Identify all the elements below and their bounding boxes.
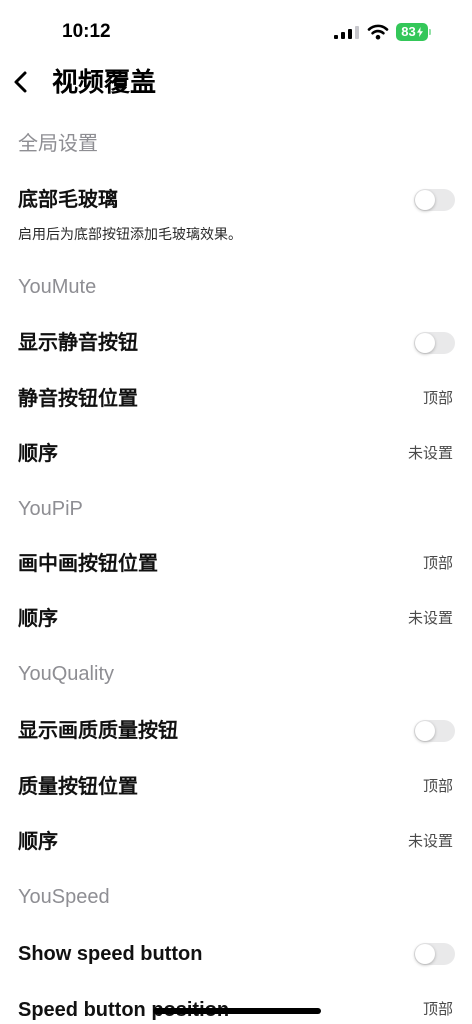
setting-value: 未设置 [407, 445, 453, 462]
setting-row-quality-button-position[interactable]: 质量按钮位置 顶部 [0, 767, 472, 807]
setting-value: 顶部 [422, 555, 453, 572]
wifi-icon [367, 23, 389, 40]
setting-label: 顺序 [18, 443, 58, 465]
setting-row-mute-order[interactable]: 顺序 未设置 [0, 434, 472, 474]
toggle-knob [415, 333, 435, 353]
home-indicator[interactable] [153, 1008, 321, 1014]
setting-label: 显示静音按钮 [18, 332, 138, 354]
battery-icon: 83 [396, 23, 432, 41]
battery-level: 83 [401, 24, 416, 39]
setting-value: 未设置 [407, 610, 453, 627]
setting-label: 顺序 [18, 831, 58, 853]
battery-nub [429, 29, 431, 35]
setting-label: 静音按钮位置 [18, 388, 138, 410]
back-button[interactable] [10, 70, 32, 94]
setting-value: 未设置 [407, 833, 453, 850]
setting-row-mute-button-position[interactable]: 静音按钮位置 顶部 [0, 379, 472, 419]
setting-label: 显示画质质量按钮 [18, 720, 178, 742]
cellular-signal-icon [334, 26, 360, 39]
battery-body: 83 [396, 23, 428, 41]
setting-row-pip-order[interactable]: 顺序 未设置 [0, 599, 472, 639]
setting-row-quality-order[interactable]: 顺序 未设置 [0, 822, 472, 862]
section-header-youquality: YouQuality [18, 663, 114, 685]
setting-row-show-mute-button[interactable]: 显示静音按钮 [0, 323, 472, 363]
setting-row-show-quality-button[interactable]: 显示画质质量按钮 [0, 711, 472, 751]
section-header-youspeed: YouSpeed [18, 886, 110, 908]
show-mute-button-toggle[interactable] [414, 332, 455, 354]
bottom-blur-toggle[interactable] [414, 189, 455, 211]
section-header-global: 全局设置 [18, 133, 98, 155]
setting-description: 启用后为底部按钮添加毛玻璃效果。 [18, 226, 242, 242]
section-header-youpip: YouPiP [18, 498, 83, 520]
setting-value: 顶部 [422, 1001, 453, 1018]
chevron-left-icon [14, 71, 27, 93]
setting-row-pip-button-position[interactable]: 画中画按钮位置 顶部 [0, 544, 472, 584]
setting-label: 底部毛玻璃 [18, 189, 118, 211]
setting-value: 顶部 [422, 778, 453, 795]
status-time: 10:12 [62, 21, 111, 42]
setting-label: 顺序 [18, 608, 58, 630]
toggle-knob [415, 190, 435, 210]
show-speed-button-toggle[interactable] [414, 943, 455, 965]
show-quality-button-toggle[interactable] [414, 720, 455, 742]
setting-value: 顶部 [422, 390, 453, 407]
setting-row-show-speed-button[interactable]: Show speed button [0, 934, 472, 974]
toggle-knob [415, 721, 435, 741]
section-header-youmute: YouMute [18, 276, 97, 298]
setting-label: Show speed button [18, 943, 203, 965]
setting-label: 质量按钮位置 [18, 776, 138, 798]
charging-bolt-icon [416, 27, 423, 37]
toggle-knob [415, 944, 435, 964]
page-title: 视频覆盖 [52, 67, 157, 97]
setting-label: 画中画按钮位置 [18, 553, 158, 575]
setting-row-bottom-blur[interactable]: 底部毛玻璃 启用后为底部按钮添加毛玻璃效果。 [0, 184, 472, 248]
